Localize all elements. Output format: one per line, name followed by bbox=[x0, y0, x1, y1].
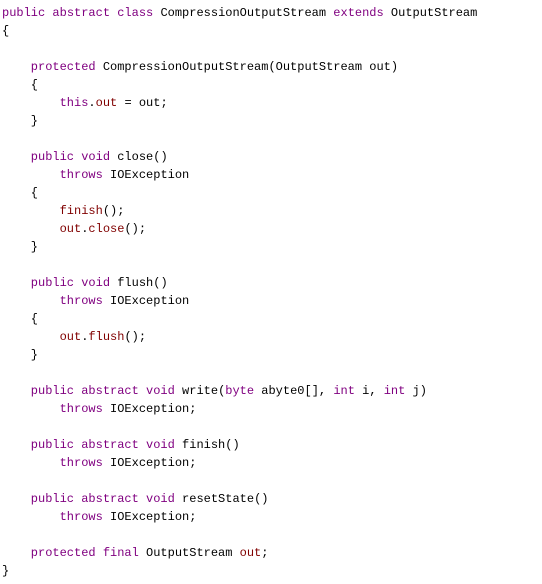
semicolon: ; bbox=[189, 456, 196, 470]
keyword-public: public bbox=[31, 276, 74, 290]
field-type: OutputStream bbox=[146, 546, 232, 560]
throws-type: IOException bbox=[110, 168, 189, 182]
method-resetState: resetState bbox=[182, 492, 254, 506]
rparen: ) bbox=[132, 222, 139, 236]
rparen: ) bbox=[160, 276, 167, 290]
brace-open: { bbox=[31, 186, 38, 200]
keyword-class: class bbox=[117, 6, 153, 20]
field-out: out bbox=[60, 330, 82, 344]
call-flush: flush bbox=[88, 330, 124, 344]
keyword-throws: throws bbox=[60, 402, 103, 416]
keyword-int: int bbox=[333, 384, 355, 398]
keyword-throws: throws bbox=[60, 294, 103, 308]
field-decl-out: out bbox=[240, 546, 262, 560]
param-name: out bbox=[369, 60, 391, 74]
rparen: ) bbox=[160, 150, 167, 164]
lparen: ( bbox=[124, 330, 131, 344]
rparen: ) bbox=[420, 384, 427, 398]
throws-type: IOException bbox=[110, 402, 189, 416]
param-type: OutputStream bbox=[276, 60, 362, 74]
code-block: public abstract class CompressionOutputS… bbox=[2, 4, 540, 580]
brace-close: } bbox=[2, 564, 9, 578]
dot: . bbox=[88, 96, 95, 110]
keyword-throws: throws bbox=[60, 510, 103, 524]
throws-type: IOException bbox=[110, 294, 189, 308]
brace-close: } bbox=[31, 348, 38, 362]
keyword-throws: throws bbox=[60, 168, 103, 182]
call-close: close bbox=[88, 222, 124, 236]
method-finish: finish bbox=[182, 438, 225, 452]
keyword-extends: extends bbox=[333, 6, 383, 20]
keyword-abstract: abstract bbox=[81, 492, 139, 506]
lparen: ( bbox=[103, 204, 110, 218]
method-flush: flush bbox=[117, 276, 153, 290]
keyword-public: public bbox=[31, 150, 74, 164]
keyword-throws: throws bbox=[60, 456, 103, 470]
param-abyte0: abyte0 bbox=[261, 384, 304, 398]
keyword-byte: byte bbox=[225, 384, 254, 398]
ctor-name: CompressionOutputStream bbox=[103, 60, 269, 74]
class-name: CompressionOutputStream bbox=[160, 6, 326, 20]
semicolon: ; bbox=[160, 96, 167, 110]
lparen: ( bbox=[124, 222, 131, 236]
keyword-void: void bbox=[81, 150, 110, 164]
semicolon: ; bbox=[189, 402, 196, 416]
semicolon: ; bbox=[139, 330, 146, 344]
field-out: out bbox=[60, 222, 82, 236]
keyword-int: int bbox=[384, 384, 406, 398]
rparen: ) bbox=[132, 330, 139, 344]
eq: = bbox=[124, 96, 131, 110]
keyword-this: this bbox=[60, 96, 89, 110]
semicolon: ; bbox=[139, 222, 146, 236]
keyword-public: public bbox=[31, 384, 74, 398]
keyword-abstract: abstract bbox=[52, 6, 110, 20]
brace-close: } bbox=[31, 240, 38, 254]
keyword-abstract: abstract bbox=[81, 438, 139, 452]
semicolon: ; bbox=[117, 204, 124, 218]
rparen: ) bbox=[261, 492, 268, 506]
keyword-void: void bbox=[146, 492, 175, 506]
comma: , bbox=[319, 384, 326, 398]
keyword-protected: protected bbox=[31, 60, 96, 74]
field-out: out bbox=[96, 96, 118, 110]
call-finish: finish bbox=[60, 204, 103, 218]
keyword-protected: protected bbox=[31, 546, 96, 560]
brace-open: { bbox=[31, 312, 38, 326]
throws-type: IOException bbox=[110, 510, 189, 524]
keyword-void: void bbox=[146, 384, 175, 398]
method-close: close bbox=[117, 150, 153, 164]
brace-close: } bbox=[31, 114, 38, 128]
keyword-final: final bbox=[103, 546, 139, 560]
keyword-void: void bbox=[81, 276, 110, 290]
keyword-public: public bbox=[31, 492, 74, 506]
semicolon: ; bbox=[261, 546, 268, 560]
method-write: write bbox=[182, 384, 218, 398]
keyword-void: void bbox=[146, 438, 175, 452]
superclass-name: OutputStream bbox=[391, 6, 477, 20]
lparen: ( bbox=[268, 60, 275, 74]
semicolon: ; bbox=[189, 510, 196, 524]
keyword-public: public bbox=[31, 438, 74, 452]
throws-type: IOException bbox=[110, 456, 189, 470]
comma: , bbox=[369, 384, 376, 398]
brackets: [] bbox=[305, 384, 319, 398]
rparen: ) bbox=[391, 60, 398, 74]
rparen: ) bbox=[232, 438, 239, 452]
keyword-public: public bbox=[2, 6, 45, 20]
keyword-abstract: abstract bbox=[81, 384, 139, 398]
local-out: out bbox=[139, 96, 161, 110]
brace-open: { bbox=[2, 24, 9, 38]
param-j: j bbox=[413, 384, 420, 398]
brace-open: { bbox=[31, 78, 38, 92]
